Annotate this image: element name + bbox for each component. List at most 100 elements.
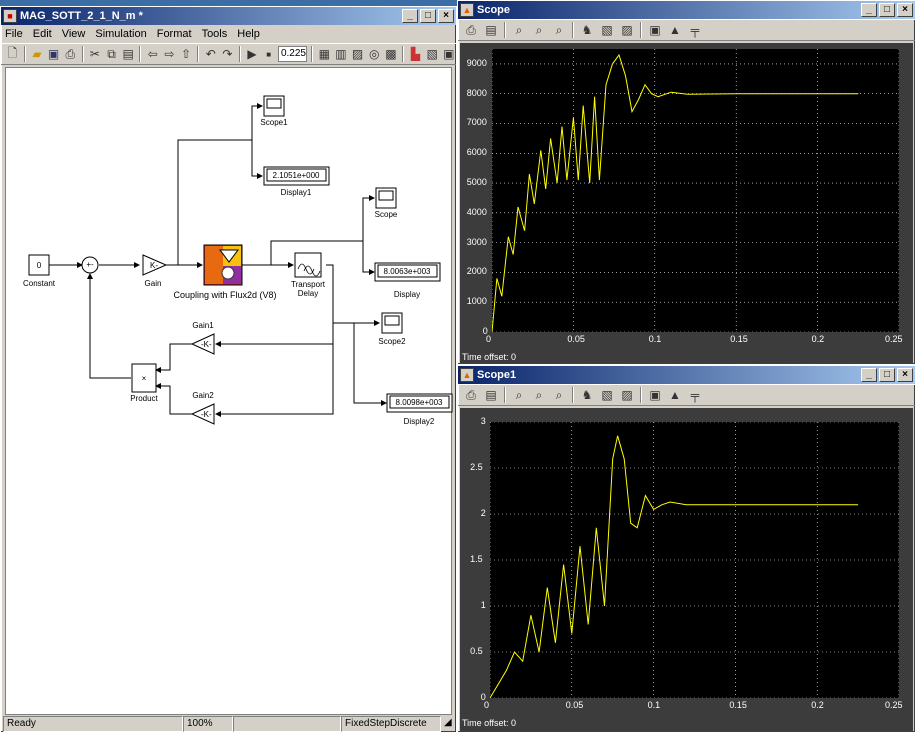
- display2-value: 8.0098e+003: [396, 398, 443, 407]
- scope1-save-axes-icon[interactable]: ▧: [598, 386, 616, 404]
- scope-plot[interactable]: [492, 49, 899, 332]
- y-tick-label: 8000: [466, 87, 487, 98]
- scope1-toolbar: ⎙ ▤ ⌕ ⌕ ⌕ ♞ ▧ ▨ ▣ ▲ ╤: [458, 384, 915, 406]
- y-tick-label: 0.5: [470, 646, 483, 656]
- scope1-zoom-icon[interactable]: ⌕: [510, 386, 528, 404]
- zoom-y-icon[interactable]: ⌕: [550, 21, 568, 39]
- menu-help[interactable]: Help: [237, 28, 260, 40]
- restore-axes-icon[interactable]: ▨: [618, 21, 636, 39]
- print-icon[interactable]: ⎙: [63, 45, 78, 63]
- up-icon[interactable]: ⇧: [179, 45, 194, 63]
- update-diagram-icon[interactable]: ▥: [334, 45, 349, 63]
- product-label: Product: [130, 394, 158, 403]
- resize-grip-icon[interactable]: ◢: [441, 716, 454, 732]
- open-icon[interactable]: ▰: [30, 45, 45, 63]
- x-tick-label: 0.25: [885, 334, 903, 344]
- scope-minimize-button[interactable]: _: [861, 3, 877, 17]
- product-symbol: ×: [142, 374, 147, 383]
- x-tick-label: 0.05: [567, 334, 585, 344]
- y-tick-label: 9000: [466, 57, 487, 68]
- copy-icon[interactable]: ⧉: [104, 45, 119, 63]
- new-icon[interactable]: 🗋: [5, 45, 20, 63]
- scope1-autoscale-icon[interactable]: ♞: [578, 386, 596, 404]
- autoscale-icon[interactable]: ♞: [578, 21, 596, 39]
- model-explorer-icon[interactable]: ▨: [350, 45, 365, 63]
- scope1-floating-scope-icon[interactable]: ▣: [646, 386, 664, 404]
- scope-screen-icon: [378, 190, 394, 201]
- lock-axes-icon[interactable]: ▲: [666, 21, 684, 39]
- scope1-parameters-icon[interactable]: ▤: [482, 386, 500, 404]
- menu-file[interactable]: File: [5, 28, 23, 40]
- save-axes-icon[interactable]: ▧: [598, 21, 616, 39]
- stop-time-input[interactable]: 0.225: [277, 46, 307, 62]
- x-tick-label: 0.05: [565, 700, 584, 710]
- scope-time-offset: Time offset: 0: [462, 352, 517, 362]
- menu-format[interactable]: Format: [157, 28, 192, 40]
- scope-parameters-icon[interactable]: ▤: [482, 21, 500, 39]
- flux2d-label: Coupling with Flux2d (V8): [173, 290, 276, 300]
- scope1-signal-selection-icon[interactable]: ╤: [686, 386, 704, 404]
- menu-tools[interactable]: Tools: [202, 28, 228, 40]
- scope-titlebar[interactable]: ▲ Scope _ □ ×: [458, 1, 915, 19]
- y-tick-label: 1: [480, 600, 486, 610]
- debug-icon[interactable]: ◎: [367, 45, 382, 63]
- x-tick-label: 0.1: [647, 700, 661, 710]
- configuration-icon[interactable]: ▧: [425, 45, 440, 63]
- scope1-minimize-button[interactable]: _: [861, 368, 877, 382]
- wire-to-gain2: [215, 344, 334, 417]
- zoom-icon[interactable]: ⌕: [510, 21, 528, 39]
- x-tick-label: 0.2: [811, 700, 824, 710]
- signal-selection-icon[interactable]: ╤: [686, 21, 704, 39]
- scope1-zoom-y-icon[interactable]: ⌕: [550, 386, 568, 404]
- signal-trace: [490, 435, 859, 698]
- y-tick-label: 1000: [466, 296, 487, 307]
- x-tick-label: 0.15: [730, 334, 748, 344]
- delay-label-line2: Delay: [298, 289, 318, 298]
- scope1-titlebar[interactable]: ▲ Scope1 _ □ ×: [458, 366, 915, 384]
- cut-icon[interactable]: ✂: [88, 45, 103, 63]
- close-button[interactable]: ×: [438, 9, 454, 23]
- scope-print-icon[interactable]: ⎙: [462, 21, 480, 39]
- scope1-zoom-x-icon[interactable]: ⌕: [530, 386, 548, 404]
- menu-simulation[interactable]: Simulation: [95, 28, 146, 40]
- block-diagram: 0 Constant +- K- Gain Coupling with Flux…: [23, 95, 453, 426]
- minimize-button[interactable]: _: [402, 9, 418, 23]
- build-icon[interactable]: ▦: [317, 45, 332, 63]
- maximize-button[interactable]: □: [420, 9, 436, 23]
- wire-product-sum: [87, 273, 131, 379]
- stop-simulation-icon[interactable]: ■: [261, 45, 276, 63]
- scope1-lock-axes-icon[interactable]: ▲: [666, 386, 684, 404]
- wire-to-scope: [270, 195, 375, 265]
- scope-close-button[interactable]: ×: [897, 3, 913, 17]
- model-properties-icon[interactable]: ▣: [441, 45, 456, 63]
- scope1-print-icon[interactable]: ⎙: [462, 386, 480, 404]
- scope1-plot[interactable]: [490, 422, 899, 698]
- menu-view[interactable]: View: [62, 28, 86, 40]
- simulink-statusbar: Ready 100% FixedStepDiscrete ◢: [3, 716, 454, 732]
- scope1-restore-axes-icon[interactable]: ▨: [618, 386, 636, 404]
- back-icon[interactable]: ⇦: [145, 45, 160, 63]
- undo-icon[interactable]: ↶: [203, 45, 218, 63]
- simulink-titlebar[interactable]: ■ MAG_SOTT_2_1_N_m * _ □ ×: [1, 7, 456, 25]
- delay-label-line1: Transport: [291, 280, 326, 289]
- status-empty: [233, 716, 341, 732]
- zoom-x-icon[interactable]: ⌕: [530, 21, 548, 39]
- scope-maximize-button[interactable]: □: [879, 3, 895, 17]
- browser-icon[interactable]: ▩: [384, 45, 399, 63]
- library-browser-icon[interactable]: ▙: [408, 45, 423, 63]
- menu-edit[interactable]: Edit: [33, 28, 52, 40]
- forward-icon[interactable]: ⇨: [162, 45, 177, 63]
- flux2d-coupling-block[interactable]: [203, 244, 243, 286]
- scope1-maximize-button[interactable]: □: [879, 368, 895, 382]
- transport-delay-block[interactable]: [294, 252, 322, 278]
- start-simulation-icon[interactable]: ▶: [245, 45, 260, 63]
- model-canvas[interactable]: 0 Constant +- K- Gain Coupling with Flux…: [5, 67, 453, 715]
- display-label: Display: [394, 290, 420, 299]
- save-icon[interactable]: ▣: [46, 45, 61, 63]
- floating-scope-icon[interactable]: ▣: [646, 21, 664, 39]
- scope-toolbar: ⎙ ▤ ⌕ ⌕ ⌕ ♞ ▧ ▨ ▣ ▲ ╤: [458, 19, 915, 41]
- paste-icon[interactable]: ▤: [121, 45, 136, 63]
- y-tick-label: 5000: [466, 177, 487, 188]
- redo-icon[interactable]: ↷: [220, 45, 235, 63]
- scope1-close-button[interactable]: ×: [897, 368, 913, 382]
